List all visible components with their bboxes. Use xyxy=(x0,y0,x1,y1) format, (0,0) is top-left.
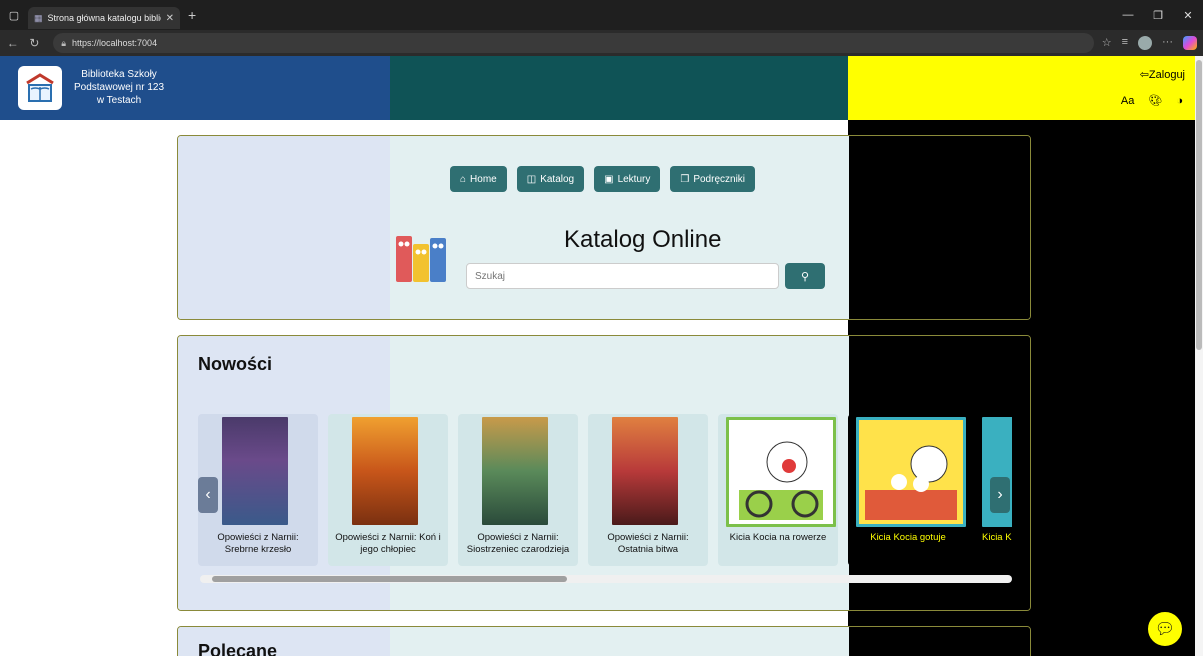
recommended-title: Polecane xyxy=(198,641,278,656)
home-icon: ⌂ xyxy=(460,173,467,185)
chevron-right-icon: › xyxy=(997,486,1003,503)
book-card[interactable]: Opowieści z Narnii: Koń i jego chłopiec xyxy=(328,414,448,566)
favorites-icon[interactable]: ≡ xyxy=(1122,36,1128,50)
font-size-toggle[interactable]: Aa xyxy=(1121,95,1134,107)
hero-section: ⌂ Home ◫ Katalog ▣ Lektury ❒ Podręczniki Kat… xyxy=(177,135,1031,320)
book-card[interactable]: Kicia Kocia na rowerze xyxy=(718,414,838,566)
copy-icon: ❒ xyxy=(680,173,690,185)
page-scrollbar-thumb[interactable] xyxy=(1196,60,1202,350)
nav-podreczniki-button[interactable]: ❒ Podręczniki xyxy=(670,166,756,192)
news-title: Nowości xyxy=(198,354,273,374)
nav-home-button[interactable]: ⌂ Home xyxy=(450,166,507,192)
page-scrollbar[interactable] xyxy=(1195,56,1203,656)
address-bar[interactable]: 🔒︎ https://localhost:7004 xyxy=(53,33,1094,53)
window-menu-icon[interactable]: ▢ xyxy=(0,0,28,30)
book-card[interactable]: Opowieści z Narnii: Ostatnia bitwa xyxy=(588,414,708,566)
news-carousel: Opowieści z Narnii: Srebrne krzesło Opow… xyxy=(198,414,1012,574)
bookmark-icon: ▣ xyxy=(604,173,614,185)
books-mascot-icon xyxy=(394,232,450,289)
book-cover xyxy=(222,417,288,525)
copilot-icon[interactable] xyxy=(1183,36,1197,50)
login-icon: ⇦ xyxy=(1139,69,1149,81)
book-cover xyxy=(352,417,418,525)
tab-favicon-icon: ▦ xyxy=(34,12,43,23)
reload-icon[interactable]: ↻ xyxy=(28,36,42,50)
carousel-next-button[interactable]: › xyxy=(990,477,1010,513)
recommended-section: Polecane xyxy=(177,626,1031,656)
lock-icon: 🔒︎ xyxy=(61,37,67,48)
book-cover xyxy=(726,417,836,527)
library-logo-icon[interactable] xyxy=(18,66,62,110)
book-cover xyxy=(482,417,548,525)
new-tab-icon[interactable]: + xyxy=(188,7,196,23)
url-text: https://localhost:7004 xyxy=(72,38,158,48)
book-cover xyxy=(612,417,678,525)
contrast-icon[interactable]: ◑ xyxy=(1176,95,1183,107)
chat-icon: 💬︎ xyxy=(1154,621,1176,638)
nav-lektury-button[interactable]: ▣ Lektury xyxy=(594,166,661,192)
address-bar-row: ← ↻ 🔒︎ https://localhost:7004 ☆ ≡ ··· xyxy=(0,30,1203,56)
news-section: Nowości Opowieści z Narnii: Srebrne krze… xyxy=(177,335,1031,611)
login-label: Zaloguj xyxy=(1148,69,1185,81)
tab-close-icon[interactable]: ✕ xyxy=(166,13,174,24)
library-name[interactable]: Biblioteka Szkoły Podstawowej nr 123 w T… xyxy=(64,68,174,107)
browser-titlebar: ▢ ▦ Strona główna katalogu biblioteki ✕ … xyxy=(0,0,1203,30)
more-options-icon[interactable]: ··· xyxy=(1162,36,1173,50)
close-window-icon[interactable]: ✕ xyxy=(1173,9,1203,22)
palette-icon[interactable]: 🎨︎ xyxy=(1148,94,1162,107)
favorite-star-icon[interactable]: ☆ xyxy=(1102,36,1112,50)
profile-avatar-icon[interactable] xyxy=(1138,36,1152,50)
browser-tab[interactable]: ▦ Strona główna katalogu biblioteki ✕ xyxy=(28,7,180,29)
search-icon: ⚲ xyxy=(800,270,810,283)
carousel-scrollbar-thumb[interactable] xyxy=(212,576,567,582)
main-nav: ⌂ Home ◫ Katalog ▣ Lektury ❒ Podręczniki xyxy=(450,166,756,192)
back-icon[interactable]: ← xyxy=(6,36,20,50)
chevron-left-icon: ‹ xyxy=(205,486,211,503)
book-cover xyxy=(856,417,966,527)
book-card[interactable]: Opowieści z Narnii: Siostrzeniec czarodz… xyxy=(458,414,578,566)
search-button[interactable]: ⚲ xyxy=(785,263,825,289)
minimize-icon[interactable]: — xyxy=(1113,9,1143,22)
carousel-prev-button[interactable]: ‹ xyxy=(198,477,218,513)
book-open-icon: ◫ xyxy=(526,173,537,185)
site-header: Biblioteka Szkoły Podstawowej nr 123 w T… xyxy=(0,56,1203,120)
carousel-scrollbar[interactable] xyxy=(200,575,1012,583)
page-title: Katalog Online xyxy=(564,226,722,253)
tab-title: Strona główna katalogu biblioteki xyxy=(47,13,161,23)
restore-icon[interactable]: ❐ xyxy=(1143,9,1173,22)
chat-button[interactable]: 💬︎ xyxy=(1146,610,1184,648)
book-card[interactable]: Kicia Kocia gotuje xyxy=(848,414,968,566)
search-input[interactable] xyxy=(466,263,779,289)
nav-katalog-button[interactable]: ◫ Katalog xyxy=(516,166,585,192)
login-link[interactable]: ⇦Zaloguj xyxy=(1140,68,1185,81)
